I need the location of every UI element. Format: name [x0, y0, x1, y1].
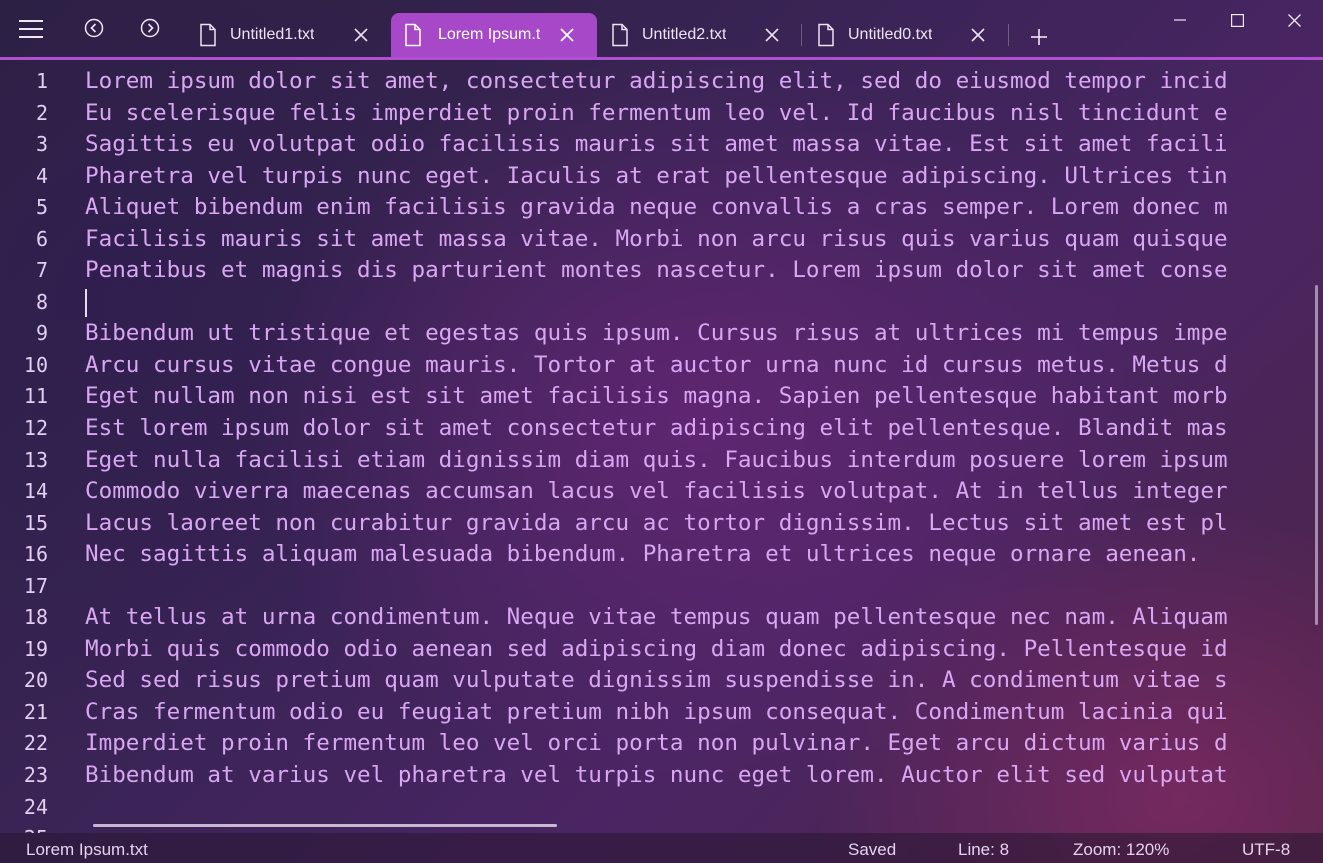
back-arrow-icon[interactable]	[80, 14, 108, 42]
line-number: 22	[23, 731, 48, 756]
maximize-icon[interactable]	[1222, 6, 1252, 34]
line-number: 24	[23, 794, 48, 819]
line-number: 2	[35, 100, 48, 125]
line-number: 23	[23, 763, 48, 788]
line-number: 15	[23, 510, 48, 535]
text-line[interactable]: At tellus at urna condimentum. Neque vit…	[85, 602, 1323, 634]
close-tab-icon[interactable]	[762, 25, 782, 45]
line-number: 20	[23, 668, 48, 693]
text-caret	[85, 289, 87, 317]
status-save-state: Saved	[848, 840, 897, 859]
line-number: 12	[23, 416, 48, 441]
document-icon	[816, 23, 836, 52]
text-line[interactable]: Morbi quis commodo odio aenean sed adipi…	[85, 634, 1323, 666]
text-line[interactable]	[85, 792, 1323, 824]
status-encoding[interactable]: UTF-8	[1242, 840, 1290, 860]
text-line[interactable]	[85, 287, 1323, 319]
status-line: Line: 8	[958, 840, 1010, 859]
text-line[interactable]: Lacus laoreet non curabitur gravida arcu…	[85, 508, 1323, 540]
line-number: 18	[23, 605, 48, 630]
text-line[interactable]: Arcu cursus vitae congue mauris. Tortor …	[85, 350, 1323, 382]
text-line[interactable]: Sed sed risus pretium quam vulputate dig…	[85, 665, 1323, 697]
line-number: 25	[0, 823, 54, 833]
tab-untitled1[interactable]: Untitled1.txt	[190, 13, 386, 59]
text-editor[interactable]: 1234567891011121314151617181920212223242…	[0, 60, 1323, 833]
status-filename: Lorem Ipsum.txt	[26, 840, 148, 859]
text-line[interactable]: Eget nulla facilisi etiam dignissim diam…	[85, 445, 1323, 477]
close-tab-icon[interactable]	[968, 25, 988, 45]
text-line[interactable]: Imperdiet proin fermentum leo vel orci p…	[85, 728, 1323, 760]
line-number: 21	[23, 699, 48, 724]
line-number: 1	[35, 69, 48, 93]
line-number: 7	[35, 258, 48, 283]
text-line[interactable]: Eu scelerisque felis imperdiet proin fer…	[85, 98, 1323, 130]
line-number: 3	[35, 132, 48, 157]
close-tab-icon[interactable]	[557, 25, 577, 45]
editor-text-area[interactable]: Lorem ipsum dolor sit amet, consectetur …	[85, 66, 1323, 833]
line-number-gutter: 1234567891011121314151617181920212223242…	[0, 66, 60, 833]
line-number: 13	[23, 447, 48, 472]
text-line[interactable]: Cras fermentum odio eu feugiat pretium n…	[85, 697, 1323, 729]
tab-untitled0[interactable]: Untitled0.txt	[808, 13, 1004, 59]
new-tab-plus-icon[interactable]	[1026, 24, 1052, 50]
line-number: 10	[23, 352, 48, 377]
horizontal-scrollbar[interactable]	[93, 824, 557, 827]
text-line[interactable]: Bibendum ut tristique et egestas quis ip…	[85, 318, 1323, 350]
tab-divider	[1008, 24, 1009, 46]
close-tab-icon[interactable]	[351, 25, 371, 45]
document-icon	[198, 23, 218, 52]
text-line[interactable]: Eget nullam non nisi est sit amet facili…	[85, 381, 1323, 413]
hamburger-menu-icon[interactable]	[14, 14, 48, 44]
text-line[interactable]: Nec sagittis aliquam malesuada bibendum.…	[85, 539, 1323, 571]
text-line[interactable]: Aliquet bibendum enim facilisis gravida …	[85, 192, 1323, 224]
line-number: 8	[35, 289, 48, 314]
line-number: 6	[35, 226, 48, 251]
tab-label: Untitled0.txt	[848, 26, 933, 43]
line-number: 5	[35, 195, 48, 220]
tab-divider	[801, 24, 802, 46]
status-zoom[interactable]: Zoom: 120%	[1073, 840, 1169, 860]
text-line[interactable]: Pharetra vel turpis nunc eget. Iaculis a…	[85, 161, 1323, 193]
vertical-scrollbar[interactable]	[1315, 285, 1318, 625]
text-line[interactable]: Lorem ipsum dolor sit amet, consectetur …	[85, 66, 1323, 98]
text-line[interactable]: Facilisis mauris sit amet massa vitae. M…	[85, 224, 1323, 256]
tab-label: Untitled1.txt	[230, 26, 315, 43]
line-number: 4	[35, 163, 48, 188]
line-number: 11	[23, 384, 48, 409]
line-number: 17	[23, 573, 48, 598]
forward-arrow-icon[interactable]	[136, 14, 164, 42]
text-line[interactable]: Commodo viverra maecenas accumsan lacus …	[85, 476, 1323, 508]
status-bar: Lorem Ipsum.txt Saved Line: 8 Zoom: 120%…	[0, 833, 1323, 863]
line-number: 16	[23, 542, 48, 567]
line-number: 19	[23, 636, 48, 661]
text-line[interactable]: Sagittis eu volutpat odio facilisis maur…	[85, 129, 1323, 161]
tab-label: Lorem Ipsum.txt	[438, 26, 540, 43]
document-icon	[610, 23, 630, 52]
window-close-icon[interactable]	[1279, 6, 1309, 34]
line-number: 9	[35, 321, 48, 346]
text-line[interactable]	[85, 571, 1323, 603]
tab-untitled2[interactable]: Untitled2.txt	[602, 13, 798, 59]
title-bar: Untitled1.txt Lorem Ipsum.txt Untitled2.…	[0, 0, 1323, 59]
document-icon	[403, 23, 423, 52]
tab-lorem-ipsum[interactable]: Lorem Ipsum.txt	[391, 13, 597, 59]
text-line[interactable]: Bibendum at varius vel pharetra vel turp…	[85, 760, 1323, 792]
text-line[interactable]: Penatibus et magnis dis parturient monte…	[85, 255, 1323, 287]
tab-label: Untitled2.txt	[642, 26, 727, 43]
text-line[interactable]: Est lorem ipsum dolor sit amet consectet…	[85, 413, 1323, 445]
line-number: 14	[23, 479, 48, 504]
minimize-icon[interactable]	[1165, 6, 1195, 34]
